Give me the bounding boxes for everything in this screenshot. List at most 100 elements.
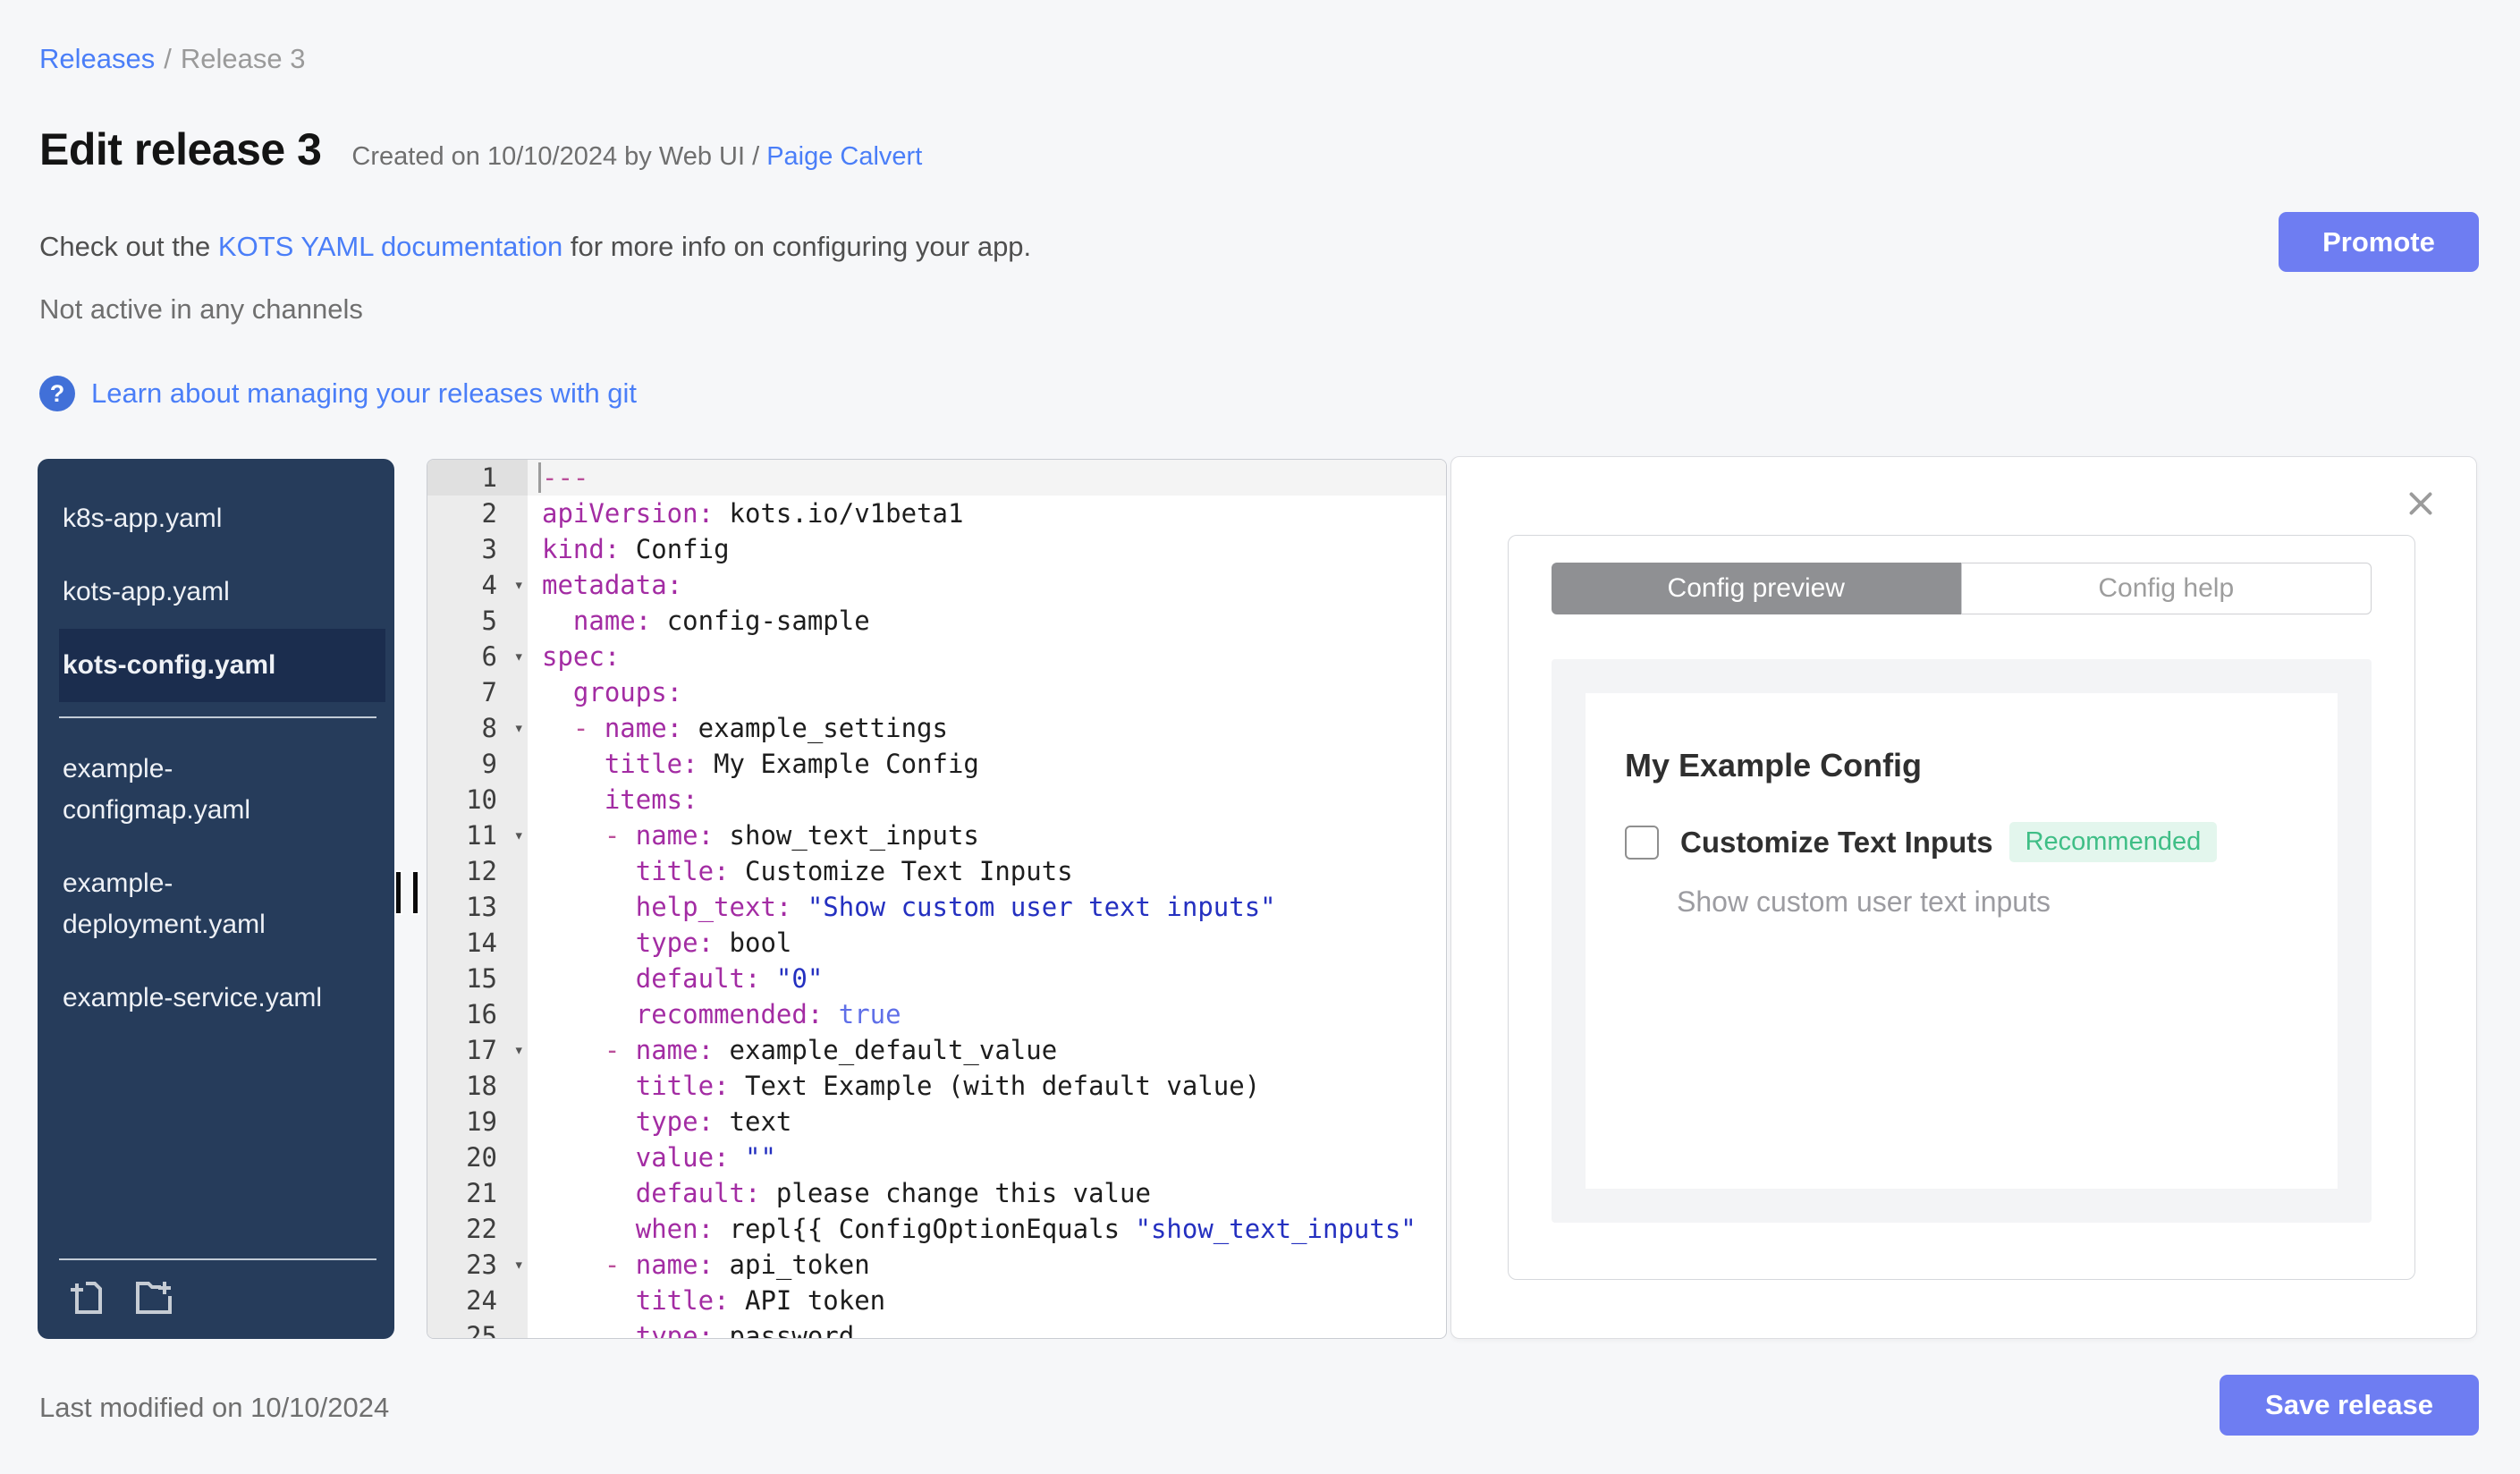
yaml-editor[interactable]: 1 --- 2 apiVersion: kots.io/v1beta1 3 kind: C…: [427, 459, 1447, 1339]
sidebar-item-kots-config.yaml[interactable]: kots-config.yaml: [59, 629, 385, 702]
created-text: Created on 10/10/2024 by Web UI /: [351, 142, 760, 171]
code-content[interactable]: type: text: [528, 1104, 1446, 1139]
code-content[interactable]: default: please change this value: [528, 1175, 1446, 1211]
fold-arrow-icon[interactable]: ▾: [514, 1032, 524, 1068]
line-number: 11 ▾: [427, 817, 528, 853]
code-line: 8 ▾ - name: example_settings: [427, 710, 1446, 746]
tab-config-preview[interactable]: Config preview: [1552, 563, 1961, 614]
kots-docs-link[interactable]: KOTS YAML documentation: [218, 231, 562, 262]
code-line: 20 value: "": [427, 1139, 1446, 1175]
sidebar-item-example-deployment.yaml[interactable]: example-deployment.yaml: [38, 847, 394, 961]
code-line: 21 default: please change this value: [427, 1175, 1446, 1211]
sidebar-item-example-configmap.yaml[interactable]: example-configmap.yaml: [38, 733, 394, 847]
code-line: 13 help_text: "Show custom user text inp…: [427, 889, 1446, 925]
code-content[interactable]: value: "": [528, 1139, 1446, 1175]
code-line: 25 type: password: [427, 1318, 1446, 1338]
line-number: 9: [427, 746, 528, 782]
line-number: 24: [427, 1283, 528, 1318]
code-content[interactable]: items:: [528, 782, 1446, 817]
breadcrumb-current: Release 3: [180, 43, 306, 74]
code-content[interactable]: - name: example_settings: [528, 710, 1446, 746]
line-number: 25: [427, 1318, 528, 1338]
question-icon: ?: [39, 376, 75, 411]
code-content[interactable]: - name: show_text_inputs: [528, 817, 1446, 853]
code-content[interactable]: default: "0": [528, 961, 1446, 996]
breadcrumb-separator: /: [164, 43, 172, 74]
line-number: 2: [427, 496, 528, 531]
breadcrumb: Releases / Release 3: [39, 43, 305, 75]
code-line: 6 ▾ spec:: [427, 639, 1446, 674]
code-line: 17 ▾ - name: example_default_value: [427, 1032, 1446, 1068]
code-line: 9 title: My Example Config: [427, 746, 1446, 782]
code-line: 19 type: text: [427, 1104, 1446, 1139]
code-content[interactable]: metadata:: [528, 567, 1446, 603]
line-number: 17 ▾: [427, 1032, 528, 1068]
code-content[interactable]: name: config-sample: [528, 603, 1446, 639]
line-number: 12: [427, 853, 528, 889]
add-folder-icon[interactable]: [132, 1276, 175, 1319]
add-file-icon[interactable]: [64, 1276, 107, 1319]
code-line: 1 ---: [427, 460, 1446, 496]
line-number: 8 ▾: [427, 710, 528, 746]
code-content[interactable]: - name: api_token: [528, 1247, 1446, 1283]
code-content[interactable]: when: repl{{ ConfigOptionEquals "show_te…: [528, 1211, 1446, 1247]
sidebar-item-k8s-app.yaml[interactable]: k8s-app.yaml: [38, 482, 394, 555]
config-group-title: My Example Config: [1625, 747, 1923, 784]
code-line: 22 when: repl{{ ConfigOptionEquals "show…: [427, 1211, 1446, 1247]
tab-config-help[interactable]: Config help: [1960, 563, 2372, 614]
breadcrumb-releases-link[interactable]: Releases: [39, 43, 155, 74]
docs-hint-prefix: Check out the: [39, 231, 218, 262]
created-info: Created on 10/10/2024 by Web UI / Paige …: [351, 142, 922, 172]
code-content[interactable]: spec:: [528, 639, 1446, 674]
code-content[interactable]: title: Customize Text Inputs: [528, 853, 1446, 889]
code-content[interactable]: - name: example_default_value: [528, 1032, 1446, 1068]
code-content[interactable]: groups:: [528, 674, 1446, 710]
code-line: 4 ▾ metadata:: [427, 567, 1446, 603]
fold-arrow-icon[interactable]: ▾: [514, 817, 524, 853]
config-tabs: Config preview Config help: [1552, 563, 2372, 614]
save-release-button[interactable]: Save release: [2220, 1375, 2479, 1436]
code-content[interactable]: title: My Example Config: [528, 746, 1446, 782]
sidebar-resize-handle[interactable]: [396, 872, 418, 913]
fold-arrow-icon[interactable]: ▾: [514, 639, 524, 674]
code-line: 10 items:: [427, 782, 1446, 817]
config-preview-area: My Example Config Customize Text Inputs …: [1552, 659, 2372, 1223]
channel-status: Not active in any channels: [39, 293, 363, 325]
promote-button[interactable]: Promote: [2279, 212, 2479, 272]
code-content[interactable]: type: password: [528, 1318, 1446, 1338]
code-line: 5 name: config-sample: [427, 603, 1446, 639]
line-number: 16: [427, 996, 528, 1032]
code-line: 18 title: Text Example (with default val…: [427, 1068, 1446, 1104]
code-line: 11 ▾ - name: show_text_inputs: [427, 817, 1446, 853]
config-preview-panel: Config preview Config help My Example Co…: [1450, 456, 2477, 1339]
fold-arrow-icon[interactable]: ▾: [514, 710, 524, 746]
line-number: 13: [427, 889, 528, 925]
customize-text-inputs-checkbox[interactable]: [1625, 825, 1659, 860]
close-icon[interactable]: [2405, 487, 2437, 520]
code-content[interactable]: ---: [528, 460, 1446, 496]
fold-arrow-icon[interactable]: ▾: [514, 1247, 524, 1283]
code-line: 23 ▾ - name: api_token: [427, 1247, 1446, 1283]
code-line: 16 recommended: true: [427, 996, 1446, 1032]
code-line: 15 default: "0": [427, 961, 1446, 996]
code-content[interactable]: title: Text Example (with default value): [528, 1068, 1446, 1104]
sidebar-item-example-service.yaml[interactable]: example-service.yaml: [38, 961, 394, 1035]
line-number: 3: [427, 531, 528, 567]
code-content[interactable]: apiVersion: kots.io/v1beta1: [528, 496, 1446, 531]
author-link[interactable]: Paige Calvert: [766, 142, 922, 171]
line-number: 15: [427, 961, 528, 996]
code-content[interactable]: help_text: "Show custom user text inputs…: [528, 889, 1446, 925]
line-number: 14: [427, 925, 528, 961]
sidebar-item-kots-app.yaml[interactable]: kots-app.yaml: [38, 555, 394, 629]
git-releases-link[interactable]: Learn about managing your releases with …: [91, 377, 637, 410]
code-content[interactable]: kind: Config: [528, 531, 1446, 567]
config-card: Config preview Config help My Example Co…: [1508, 535, 2415, 1280]
docs-hint-suffix: for more info on configuring your app.: [562, 231, 1032, 262]
code-content[interactable]: title: API token: [528, 1283, 1446, 1318]
fold-arrow-icon[interactable]: ▾: [514, 567, 524, 603]
code-content[interactable]: type: bool: [528, 925, 1446, 961]
last-modified-text: Last modified on 10/10/2024: [39, 1392, 390, 1423]
file-list-bottom: example-configmap.yaml example-deployment…: [38, 733, 394, 1035]
code-content[interactable]: recommended: true: [528, 996, 1446, 1032]
edit-release-page: Releases / Release 3 Edit release 3 Create…: [0, 0, 2520, 1474]
